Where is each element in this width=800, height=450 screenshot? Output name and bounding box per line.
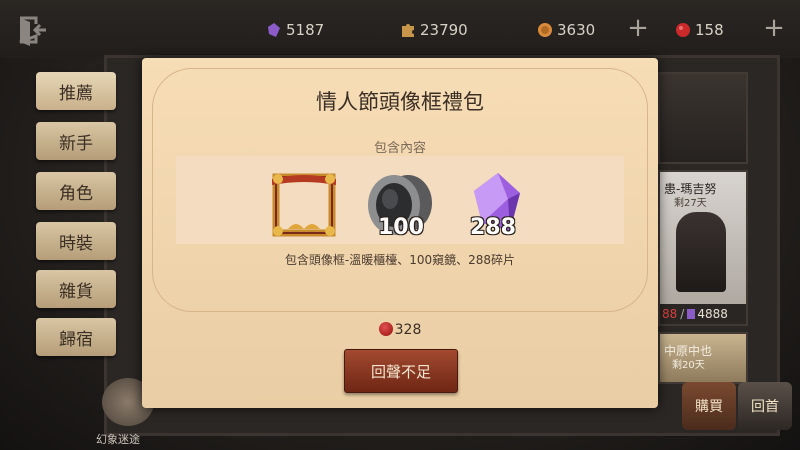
card-subtitle: 剩20天: [672, 360, 705, 371]
shop-card-top[interactable]: [658, 72, 748, 164]
dialog-subtitle: 包含內容: [373, 141, 426, 156]
avatar-frame-icon: [272, 173, 336, 237]
puzzle-currency: 23790: [400, 18, 468, 42]
gem-icon: [687, 309, 696, 319]
coin-currency: 3630: [537, 18, 595, 42]
red-ruby-icon: [378, 322, 393, 336]
buy-button[interactable]: 購買: [682, 382, 736, 430]
gem-currency: 5187: [266, 18, 324, 42]
illusion-maze-label: 幻象迷途: [96, 433, 140, 446]
dialog-title: 情人節頭像框禮包: [316, 90, 484, 114]
sidebar-item-label: 雜貨: [59, 281, 93, 302]
card-price: 88 / 4888: [660, 304, 746, 324]
sidebar-item-costume[interactable]: 時裝: [36, 222, 116, 260]
add-coin-button[interactable]: +: [626, 15, 650, 41]
coin-icon: [537, 22, 553, 38]
mirror-quantity: 100: [378, 215, 424, 240]
card-subtitle: 剩27天: [674, 198, 707, 209]
red-ruby-icon: [675, 22, 691, 38]
shop-card-nakahara[interactable]: 中原中也 剩20天: [658, 332, 748, 384]
card-price-prefix: 88: [662, 307, 678, 321]
dialog-description: 包含頭像框-溫暖櫃檯、100窺鏡、288碎片: [284, 253, 516, 267]
back-button[interactable]: 回首: [738, 382, 792, 430]
insufficient-echo-button[interactable]: 回聲不足: [344, 349, 458, 393]
add-ruby-button[interactable]: +: [762, 15, 786, 41]
sidebar-item-label: 新手: [59, 133, 93, 154]
ruby-currency: 158: [675, 18, 724, 42]
avatar-frame-item[interactable]: [268, 169, 340, 245]
gift-pack-dialog: 情人節頭像框禮包 包含內容 100 288 包含頭像框-溫暖櫃檯、100窺鏡、2…: [142, 58, 658, 408]
shard-quantity: 288: [470, 215, 516, 240]
price-value: 328: [394, 322, 422, 338]
puzzle-value: 23790: [420, 21, 468, 39]
sidebar-item-recommended[interactable]: 推薦: [36, 72, 116, 110]
sidebar-item-label: 時裝: [59, 233, 93, 254]
sidebar-item-label: 角色: [59, 183, 93, 204]
sidebar-item-character[interactable]: 角色: [36, 172, 116, 210]
back-button-label: 回首: [751, 399, 779, 415]
action-button-label: 回聲不足: [370, 362, 431, 381]
price-display: 328: [142, 322, 658, 338]
top-bar: 5187 23790 3630 + 158 +: [0, 0, 800, 58]
puzzle-icon: [400, 22, 416, 38]
gem-value: 5187: [286, 21, 325, 39]
sidebar-item-label: 推薦: [59, 83, 93, 104]
exit-icon[interactable]: [14, 12, 50, 48]
gem-icon: [266, 22, 282, 38]
card-price-value: 4888: [697, 307, 728, 321]
sidebar-item-label: 歸宿: [59, 329, 93, 350]
sidebar-item-home[interactable]: 歸宿: [36, 318, 116, 356]
ruby-value: 158: [695, 21, 724, 39]
character-portrait: [676, 212, 726, 292]
coin-value: 3630: [557, 21, 596, 39]
shop-card-character[interactable]: 患-瑪吉努 剩27天 88 / 4888: [658, 170, 748, 326]
sidebar-item-newbie[interactable]: 新手: [36, 122, 116, 160]
sidebar-item-goods[interactable]: 雜貨: [36, 270, 116, 308]
buy-button-label: 購買: [695, 399, 723, 415]
